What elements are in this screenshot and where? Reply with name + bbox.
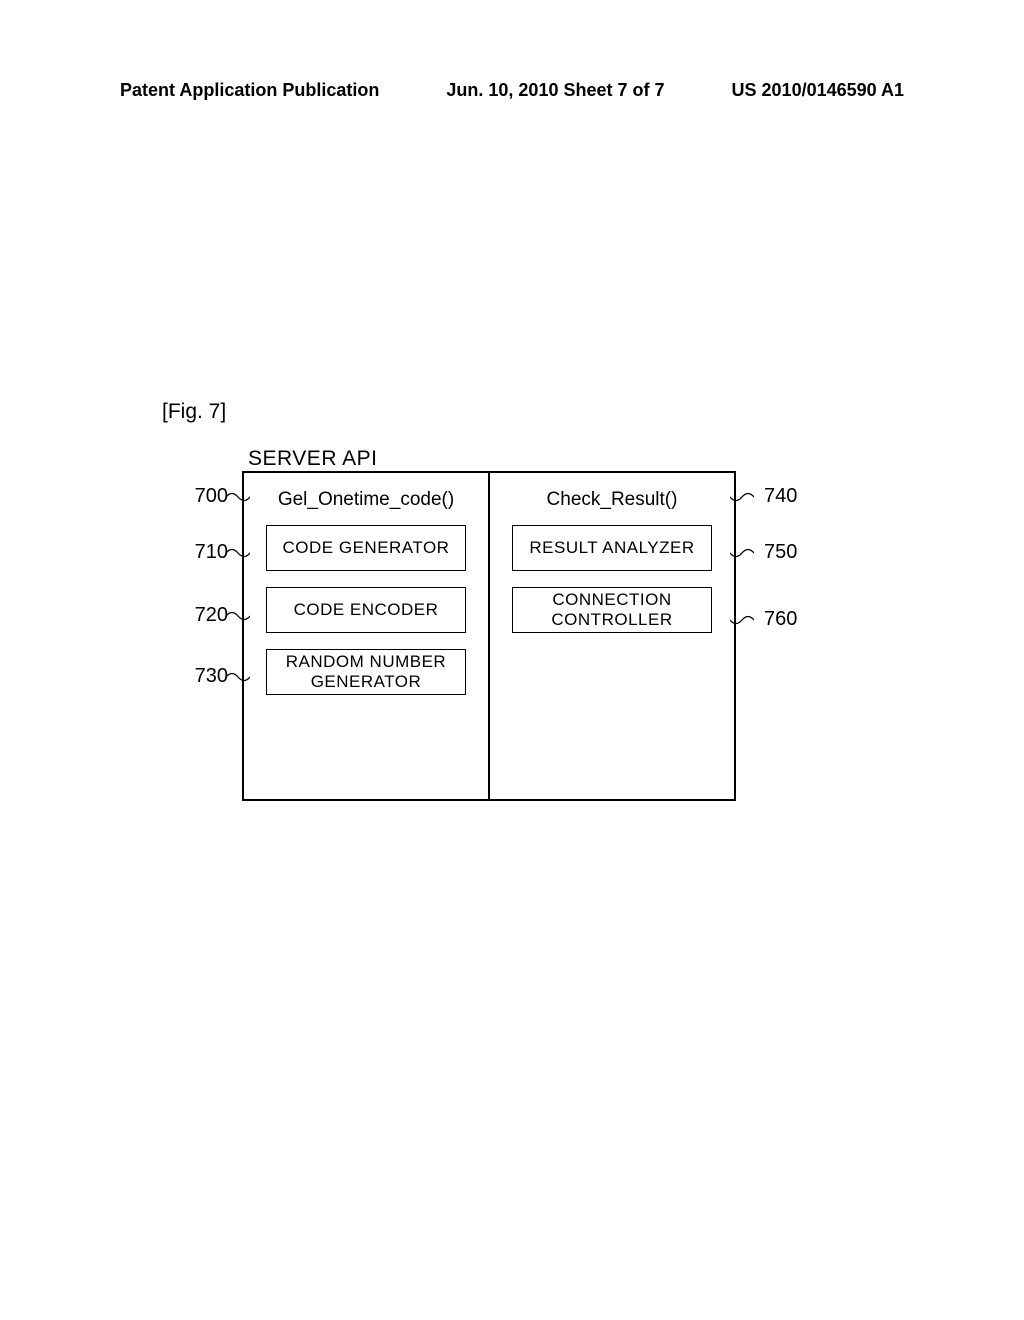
left-column: Gel_Onetime_code() CODE GENERATOR CODE E… (244, 473, 490, 799)
ref-750: 750 (764, 541, 797, 564)
ref-730: 730 (178, 665, 228, 688)
leader-720 (226, 609, 250, 623)
box-code-generator: CODE GENERATOR (266, 525, 466, 571)
api-right-label: Check_Result() (547, 483, 678, 525)
header-center: Jun. 10, 2010 Sheet 7 of 7 (446, 80, 664, 101)
box-code-encoder: CODE ENCODER (266, 587, 466, 633)
leader-710 (226, 546, 250, 560)
box-connection-controller: CONNECTION CONTROLLER (512, 587, 712, 633)
header-left: Patent Application Publication (120, 80, 379, 101)
ref-740: 740 (764, 485, 797, 508)
ref-720: 720 (178, 604, 228, 627)
box-random-number-generator: RANDOM NUMBER GENERATOR (266, 649, 466, 695)
leader-750 (730, 546, 754, 560)
figure-label: [Fig. 7] (162, 400, 226, 424)
leader-700 (226, 490, 250, 504)
api-left-label: Gel_Onetime_code() (278, 483, 454, 525)
diagram-container: Gel_Onetime_code() CODE GENERATOR CODE E… (242, 471, 736, 801)
leader-740 (730, 490, 754, 504)
right-column: Check_Result() RESULT ANALYZER CONNECTIO… (490, 473, 734, 799)
ref-710: 710 (178, 541, 228, 564)
box-result-analyzer: RESULT ANALYZER (512, 525, 712, 571)
leader-760 (730, 613, 754, 627)
header-right: US 2010/0146590 A1 (732, 80, 904, 101)
server-api-title: SERVER API (248, 447, 378, 471)
ref-700: 700 (178, 485, 228, 508)
ref-760: 760 (764, 608, 797, 631)
page-header: Patent Application Publication Jun. 10, … (120, 80, 904, 101)
leader-730 (226, 670, 250, 684)
